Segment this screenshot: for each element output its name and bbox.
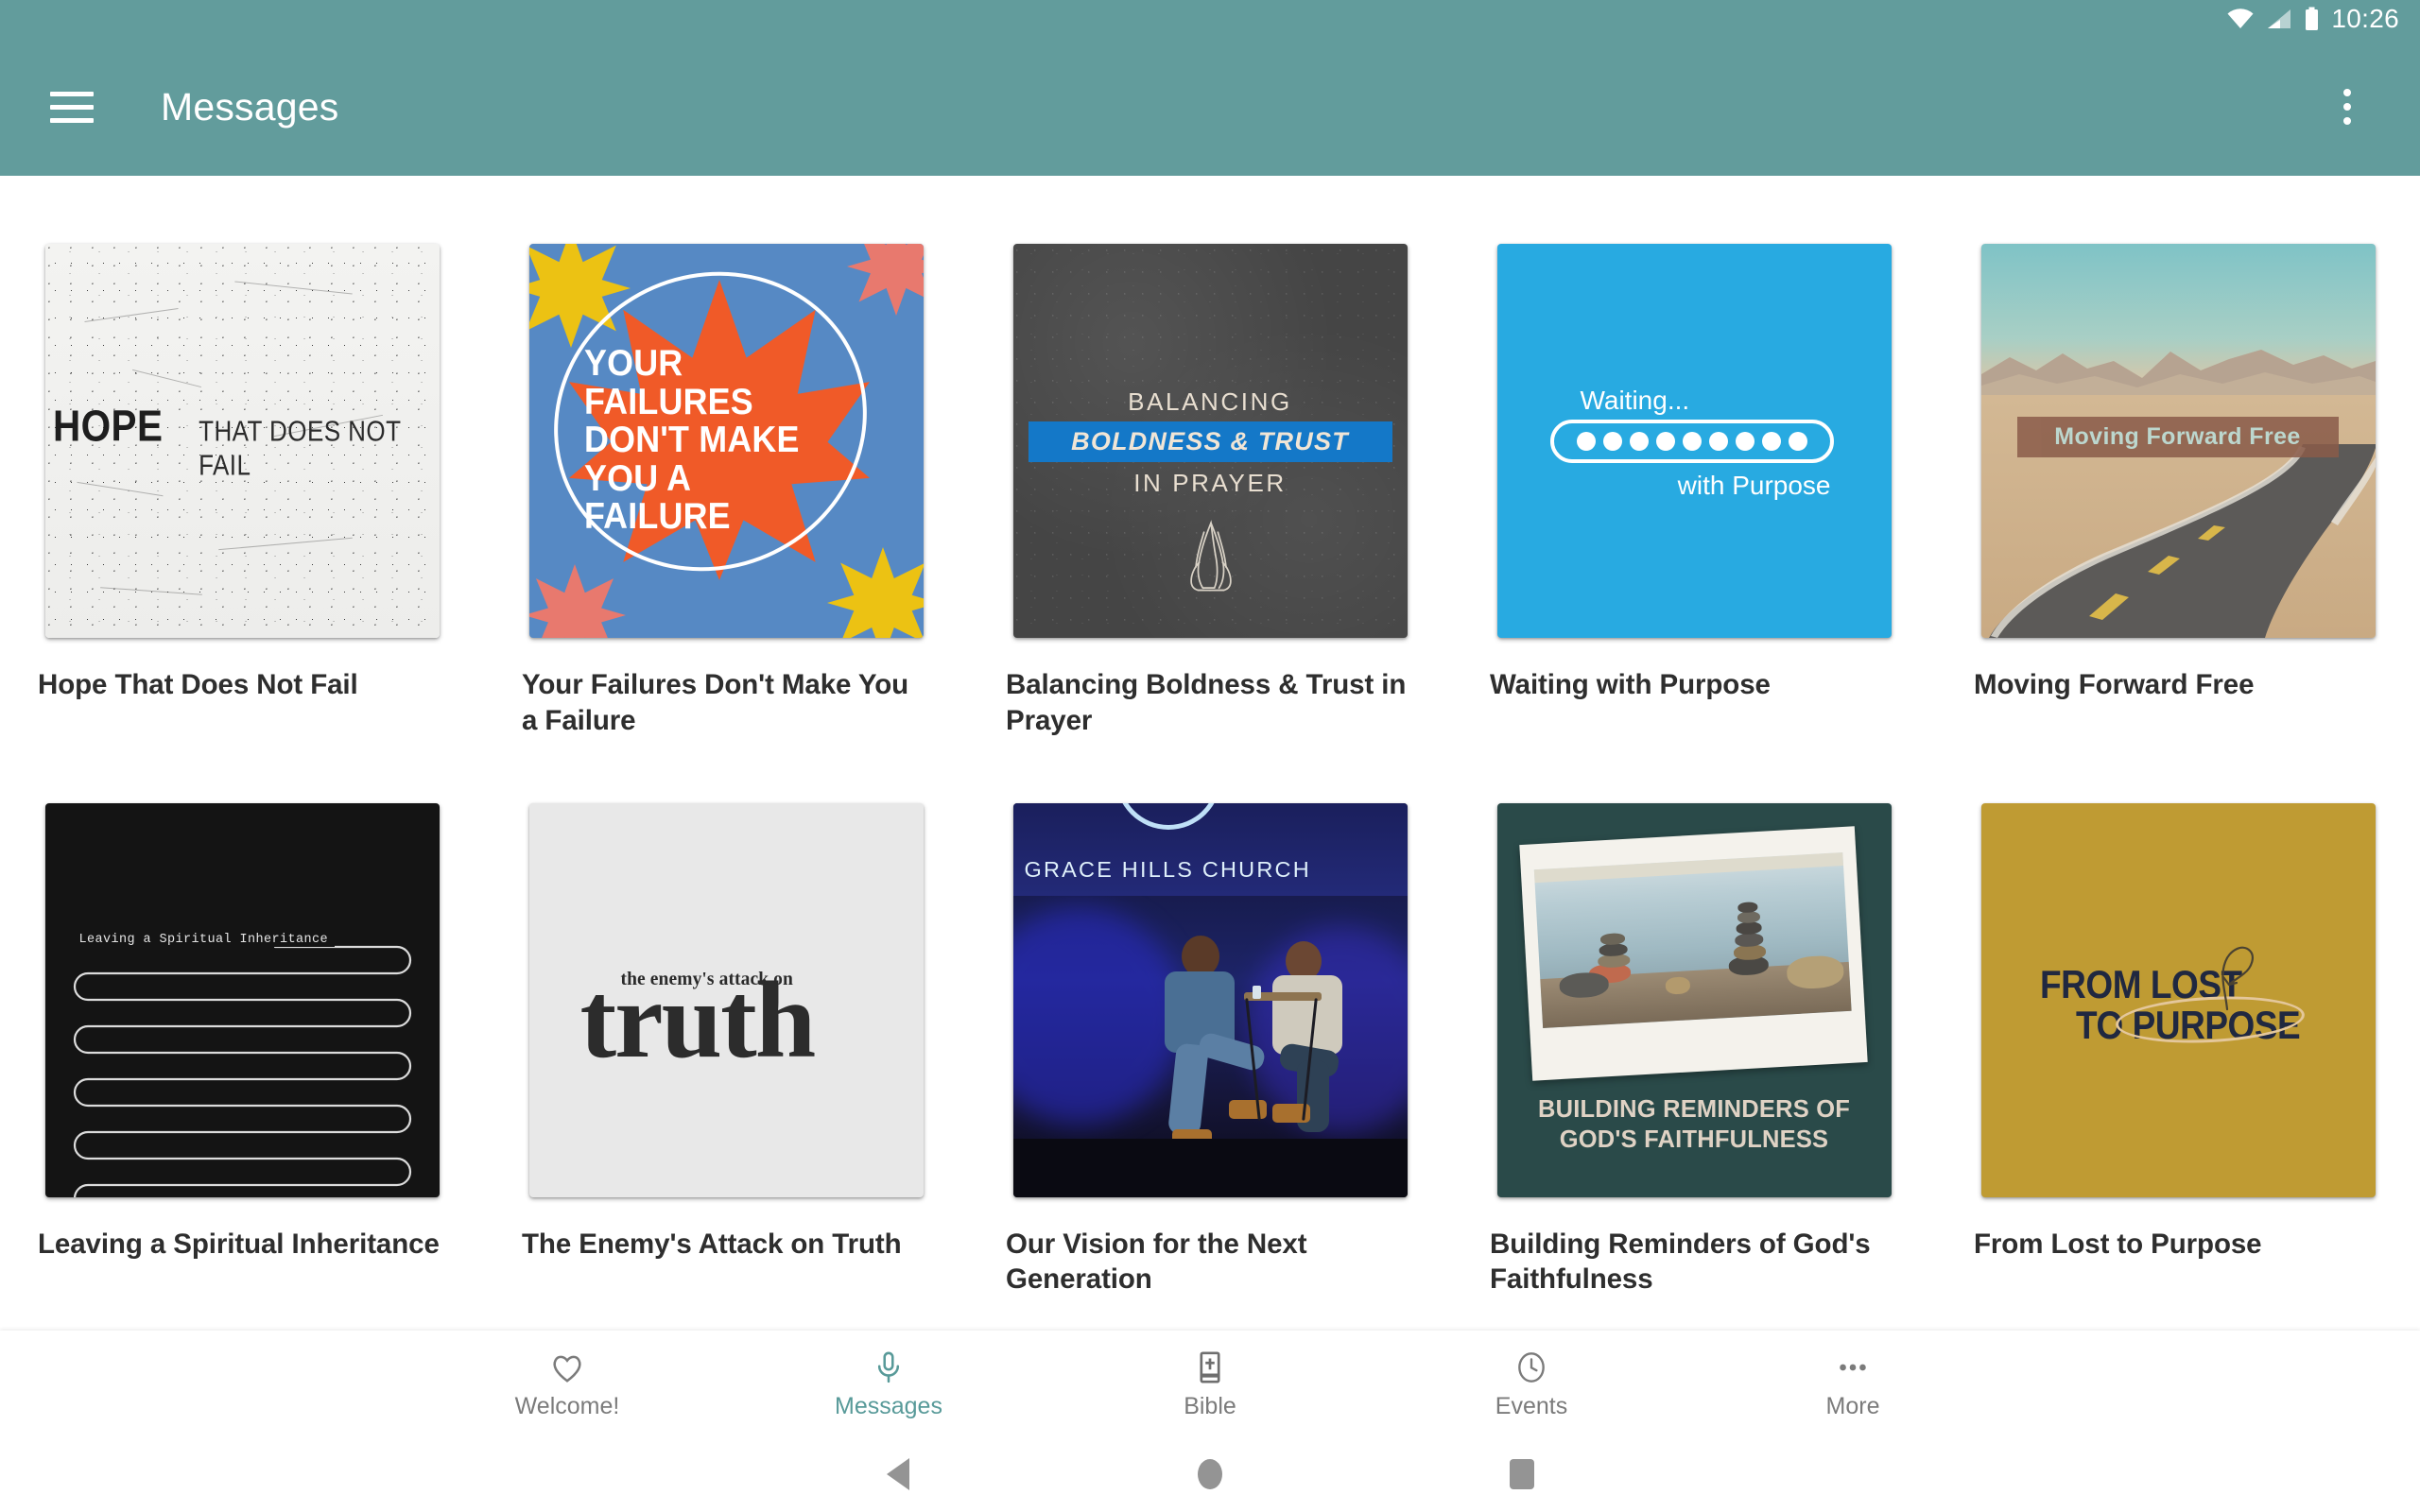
clock-icon [1513, 1348, 1549, 1387]
message-artwork-balancing[interactable]: BALANCING BOLDNESS & TRUST IN PRAYER [1012, 244, 1408, 638]
stage-floor [1012, 1138, 1408, 1197]
artwork-label: Leaving a Spiritual Inheritance [78, 932, 336, 947]
message-card[interactable]: Waiting... with Purpose Waiting with Pur… [1452, 244, 1936, 739]
heart-icon [549, 1348, 585, 1387]
microphone-icon [871, 1348, 907, 1387]
nav-label-welcome: Welcome! [514, 1392, 620, 1419]
message-artwork-building-reminders[interactable]: BUILDING REMINDERS OF GOD'S FAITHFULNESS [1496, 802, 1892, 1197]
message-card[interactable]: FROM LOST TO PURPOSE From Lost to Purpos… [1936, 802, 2420, 1298]
mountain-range [1980, 350, 2376, 401]
artwork-caption: BUILDING REMINDERS OF GOD'S FAITHFULNESS [1509, 1094, 1880, 1156]
status-bar-clock: 10:26 [2331, 4, 2399, 33]
message-artwork-moving-forward[interactable]: Moving Forward Free [1980, 244, 2376, 638]
message-card[interactable]: Moving Forward Free Moving Forward Free [1936, 244, 2420, 739]
person-left-head [1181, 935, 1219, 977]
person-right-torso [1271, 974, 1342, 1055]
message-card[interactable]: truth the enemy's attack on The Enemy's … [484, 802, 968, 1298]
artwork-subline: THAT DOES NOT FAIL [199, 414, 401, 481]
person-left-shoe-2 [1228, 1099, 1267, 1119]
church-logo-arc [1115, 802, 1221, 830]
hamburger-menu-icon[interactable] [26, 61, 117, 152]
artwork-line-3: IN PRAYER [1133, 469, 1287, 497]
artwork-line-1: Waiting... [1580, 386, 1690, 415]
message-title: Balancing Boldness & Trust in Prayer [1006, 669, 1407, 736]
messages-grid: HOPE THAT DOES NOT FAIL Hope That Does N… [0, 176, 2420, 1297]
nav-label-more: More [1825, 1392, 1880, 1419]
artwork-headline-block: YOUR FAILURES DON'T MAKE YOU A FAILURE [529, 244, 924, 638]
message-title: Our Vision for the Next Generation [1006, 1228, 1307, 1296]
loading-pill [1549, 420, 1834, 463]
message-artwork-hope[interactable]: HOPE THAT DOES NOT FAIL [44, 244, 440, 638]
back-triangle-icon[interactable] [742, 1436, 1054, 1512]
message-title: Hope That Does Not Fail [38, 669, 358, 700]
message-title: The Enemy's Attack on Truth [522, 1228, 902, 1260]
asphalt-road [1988, 444, 2376, 638]
message-card[interactable]: GRACE HILLS CHURCH Our Vision for the Ne… [968, 802, 1452, 1298]
nav-item-more[interactable]: More [1692, 1331, 2014, 1436]
artwork-subline: the enemy's attack on [620, 969, 793, 989]
artwork-caption-line-1: BUILDING REMINDERS OF [1537, 1095, 1851, 1123]
polaroid-frame [1518, 825, 1868, 1081]
message-card[interactable]: YOUR FAILURES DON'T MAKE YOU A FAILURE Y… [484, 244, 968, 739]
bible-book-icon [1192, 1348, 1228, 1387]
cellular-signal-icon [2268, 9, 2291, 28]
overflow-menu-icon[interactable] [2314, 61, 2380, 152]
message-artwork-inheritance[interactable]: Leaving a Spiritual Inheritance [44, 802, 440, 1197]
message-card[interactable]: BUILDING REMINDERS OF GOD'S FAITHFULNESS… [1452, 802, 1936, 1298]
messages-scroll-area[interactable]: HOPE THAT DOES NOT FAIL Hope That Does N… [0, 176, 2420, 1331]
page-title: Messages [161, 84, 339, 129]
android-system-navigation [0, 1436, 2420, 1512]
nav-item-welcome[interactable]: Welcome! [406, 1331, 728, 1436]
message-title: Leaving a Spiritual Inheritance [38, 1228, 440, 1260]
artwork-line-2: BOLDNESS & TRUST [1071, 427, 1349, 455]
stage-glow-left [1012, 906, 1184, 1125]
praying-hands-icon [1189, 520, 1232, 592]
artwork-banner-text: Moving Forward Free [2054, 423, 2301, 450]
message-title: Your Failures Don't Make You a Failure [522, 669, 909, 736]
status-bar: 10:26 [0, 0, 2420, 38]
message-title: Moving Forward Free [1974, 669, 2255, 700]
bottom-navigation-bar: Welcome! Messages Bible Events More [0, 1331, 2420, 1436]
nav-item-messages[interactable]: Messages [728, 1331, 1049, 1436]
water-bottle [1252, 985, 1261, 999]
hand-drawn-arrow-icon [2221, 946, 2254, 1010]
artwork-banner: Moving Forward Free [2016, 417, 2339, 457]
message-card[interactable]: BALANCING BOLDNESS & TRUST IN PRAYER Bal… [968, 244, 1452, 739]
message-artwork-truth[interactable]: truth the enemy's attack on [528, 802, 924, 1197]
nav-label-events: Events [1495, 1392, 1568, 1419]
home-circle-icon[interactable] [1054, 1436, 1366, 1512]
artwork-line-5: FAILURE [583, 496, 731, 538]
artwork-line-4: YOU A [583, 457, 691, 499]
artwork-line-1: YOUR [583, 343, 683, 385]
nav-item-events[interactable]: Events [1371, 1331, 1692, 1436]
more-dots-icon [1835, 1348, 1871, 1387]
artwork-caption-line-2: GOD'S FAITHFULNESS [1559, 1126, 1829, 1154]
artwork-line-3: DON'T MAKE [583, 420, 800, 461]
battery-icon [2306, 7, 2319, 30]
message-title: Building Reminders of God's Faithfulness [1490, 1228, 1871, 1296]
message-artwork-from-lost[interactable]: FROM LOST TO PURPOSE [1980, 802, 2376, 1197]
message-artwork-your-failures[interactable]: YOUR FAILURES DON'T MAKE YOU A FAILURE [528, 244, 924, 638]
artwork-line-2: FAILURES [583, 381, 753, 422]
nav-item-bible[interactable]: Bible [1049, 1331, 1371, 1436]
stacked-stones-photo [1533, 851, 1852, 1028]
nav-label-messages: Messages [835, 1392, 942, 1419]
message-title: From Lost to Purpose [1974, 1228, 2262, 1260]
stage-banner: GRACE HILLS CHURCH [1012, 802, 1408, 896]
message-card[interactable]: HOPE THAT DOES NOT FAIL Hope That Does N… [0, 244, 484, 739]
artwork-line-1: BALANCING [1128, 387, 1292, 416]
wifi-icon [2227, 9, 2254, 28]
message-card[interactable]: Leaving a Spiritual Inheritance Leaving … [0, 802, 484, 1298]
message-artwork-waiting[interactable]: Waiting... with Purpose [1496, 244, 1892, 638]
artwork-headline: HOPE [52, 401, 163, 450]
nav-label-bible: Bible [1184, 1392, 1236, 1419]
stage-banner-text: GRACE HILLS CHURCH [1024, 856, 1311, 882]
serpentine-line-pattern [73, 945, 411, 1197]
message-artwork-our-vision[interactable]: GRACE HILLS CHURCH [1012, 802, 1408, 1197]
artwork-line-2: with Purpose [1677, 471, 1831, 500]
app-bar: Messages [0, 38, 2420, 176]
message-title: Waiting with Purpose [1490, 669, 1771, 700]
recents-square-icon[interactable] [1366, 1436, 1678, 1512]
